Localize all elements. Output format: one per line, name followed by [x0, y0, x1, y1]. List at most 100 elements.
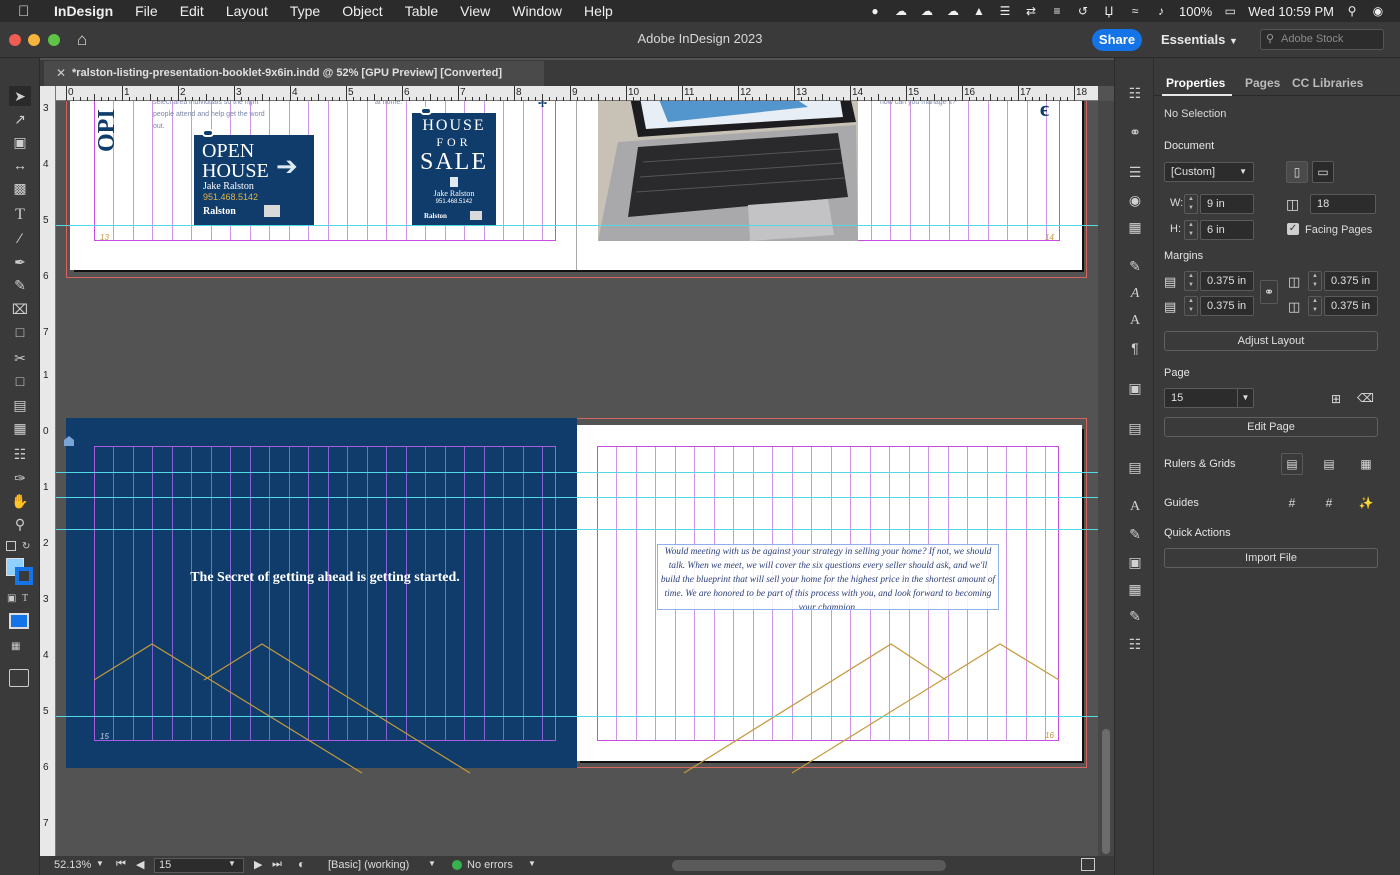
apple-icon[interactable]: 	[18, 3, 40, 20]
battery-icon[interactable]: ▭	[1222, 5, 1238, 17]
link-margins-icon[interactable]: ⚭	[1260, 280, 1278, 304]
character-icon[interactable]: A	[1125, 312, 1145, 330]
height-field[interactable]: 6 in	[1200, 220, 1254, 240]
workspace-switcher[interactable]: Essentials ▼	[1161, 32, 1238, 47]
preflight-errors[interactable]: No errors	[467, 859, 513, 871]
lines-icon[interactable]: ≡	[1049, 5, 1065, 17]
scissors-tool-icon[interactable]: ✂	[9, 348, 31, 368]
character-styles-icon[interactable]: A	[1125, 285, 1145, 303]
pages-count-field[interactable]: 18	[1310, 194, 1376, 214]
margin-left-field[interactable]: 0.375 in	[1324, 271, 1378, 291]
note-tool-icon[interactable]: ☷	[9, 444, 31, 464]
apply-color-icon[interactable]	[9, 613, 29, 629]
menu-file[interactable]: File	[135, 3, 158, 19]
cloud-icon[interactable]: ☁	[945, 5, 961, 17]
preview-mode-icon[interactable]	[9, 669, 29, 687]
menu-window[interactable]: Window	[512, 3, 562, 19]
lock-guides-icon[interactable]: #	[1318, 492, 1340, 514]
zoom-dropdown-icon[interactable]: ▼	[96, 859, 104, 868]
time-machine-icon[interactable]: ↺	[1075, 5, 1091, 17]
cloud-icon[interactable]: ☁	[919, 5, 935, 17]
horizontal-guide[interactable]	[56, 716, 1098, 717]
selection-tool-icon[interactable]: ➤	[9, 86, 31, 106]
width-field[interactable]: 9 in	[1200, 194, 1254, 214]
layers-icon[interactable]: ☷	[1125, 84, 1145, 102]
zoom-tool-icon[interactable]: ⚲	[9, 514, 31, 534]
import-file-button[interactable]: Import File	[1164, 548, 1378, 568]
smart-guides-icon[interactable]: ✨	[1355, 492, 1377, 514]
page-select[interactable]: 15 ▼	[1164, 388, 1254, 408]
screen-mode-icon[interactable]: ▦	[11, 641, 20, 652]
menu-help[interactable]: Help	[584, 3, 613, 19]
type-tool-icon[interactable]: T	[9, 205, 31, 225]
tab-properties[interactable]: Properties	[1166, 76, 1225, 90]
stack-icon[interactable]: ☰	[997, 5, 1013, 17]
creative-cloud-icon[interactable]: ●	[867, 5, 883, 17]
bluetooth-icon[interactable]: Џ	[1101, 5, 1117, 17]
paragraph-icon[interactable]: ¶	[1125, 339, 1145, 357]
cloud-icon[interactable]: ☁	[893, 5, 909, 17]
preflight-icon[interactable]: ◐	[298, 857, 305, 871]
menu-layout[interactable]: Layout	[226, 3, 268, 19]
margin-bottom-field[interactable]: 0.375 in	[1200, 296, 1254, 316]
formatting-text-icon[interactable]: T	[22, 593, 28, 604]
menu-app-name[interactable]: InDesign	[54, 3, 113, 19]
horizontal-guide[interactable]	[56, 529, 1098, 530]
portrait-orientation-icon[interactable]: ▯	[1286, 161, 1308, 183]
links-icon[interactable]: ⚭	[1125, 123, 1145, 141]
pencil-tool-icon[interactable]: ✎	[9, 275, 31, 295]
hand-tool-icon[interactable]: ✋	[9, 491, 31, 511]
show-guides-icon[interactable]: #	[1281, 492, 1303, 514]
default-fill-stroke-icon[interactable]	[6, 541, 16, 551]
close-tab-icon[interactable]: ✕	[56, 61, 66, 86]
preflight-profile[interactable]: [Basic] (working)	[328, 859, 409, 871]
gradient-feather-tool-icon[interactable]: ▦	[9, 418, 31, 438]
next-page-icon[interactable]: ▶	[254, 858, 262, 871]
table-styles-icon[interactable]: ☷	[1125, 635, 1145, 653]
gap-tool-icon[interactable]: ↔	[9, 155, 31, 175]
swap-fill-stroke-icon[interactable]: ↻	[22, 541, 30, 552]
rectangle-frame-tool-icon[interactable]: ⌧	[9, 299, 31, 319]
split-window-icon[interactable]	[1081, 858, 1095, 871]
pasteboard[interactable]: OPI select area individuals so the right…	[56, 101, 1098, 856]
sync-icon[interactable]: ⇄	[1023, 5, 1039, 17]
direct-selection-tool-icon[interactable]: ↗	[9, 109, 31, 129]
add-page-icon[interactable]: ⊞	[1331, 392, 1341, 406]
horizontal-guide[interactable]	[56, 497, 1098, 498]
facing-pages-checkbox[interactable]: ✓	[1287, 223, 1299, 235]
document-tab[interactable]: ✕ *ralston-listing-presentation-booklet-…	[44, 61, 544, 86]
align-icon[interactable]: ▤	[1125, 419, 1145, 437]
mountain-line-art[interactable]	[56, 101, 1098, 856]
zoom-level[interactable]: 52.13%	[54, 859, 91, 871]
margin-left-stepper[interactable]: ▲ ▼	[1308, 271, 1322, 291]
share-button[interactable]: Share	[1092, 29, 1142, 51]
menu-object[interactable]: Object	[342, 3, 382, 19]
errors-dropdown-icon[interactable]: ▼	[528, 859, 536, 868]
margin-top-stepper[interactable]: ▲ ▼	[1184, 271, 1198, 291]
eyedropper-tool-icon[interactable]: ✑	[9, 468, 31, 488]
pathfinder-icon[interactable]: ▣	[1125, 379, 1145, 397]
paragraph-styles-icon[interactable]: ✎	[1125, 257, 1145, 275]
object-styles-icon[interactable]: ✎	[1125, 525, 1145, 543]
page-dropdown-icon[interactable]: ▼	[228, 859, 236, 868]
vertical-ruler[interactable]: 3 4 5 6 7 1 0 1 2 3 4 5 6 7	[40, 86, 56, 856]
ruler-toggle-icon[interactable]: ▤	[1281, 453, 1303, 475]
margin-right-stepper[interactable]: ▲ ▼	[1308, 296, 1322, 316]
free-transform-tool-icon[interactable]: □	[9, 371, 31, 391]
pen-tool-icon[interactable]: ✒	[9, 252, 31, 272]
stroke-swatch[interactable]	[15, 567, 33, 585]
document-preset-select[interactable]: [Custom] ▼	[1164, 162, 1254, 182]
menu-view[interactable]: View	[460, 3, 490, 19]
tab-cc-libraries[interactable]: CC Libraries	[1292, 76, 1363, 90]
line-tool-icon[interactable]: ∕	[9, 228, 31, 248]
text-wrap-icon[interactable]: ▤	[1125, 458, 1145, 476]
swatches-icon[interactable]: ◉	[1125, 191, 1145, 209]
effects-icon[interactable]: ▣	[1125, 553, 1145, 571]
content-collector-icon[interactable]: ▩	[9, 178, 31, 198]
glyphs-icon[interactable]: A	[1125, 498, 1145, 516]
menu-edit[interactable]: Edit	[180, 3, 204, 19]
height-stepper[interactable]: ▲ ▼	[1184, 220, 1198, 240]
first-page-icon[interactable]: ⏮	[116, 858, 126, 871]
stroke-icon[interactable]: ☰	[1125, 163, 1145, 181]
menu-type[interactable]: Type	[290, 3, 320, 19]
